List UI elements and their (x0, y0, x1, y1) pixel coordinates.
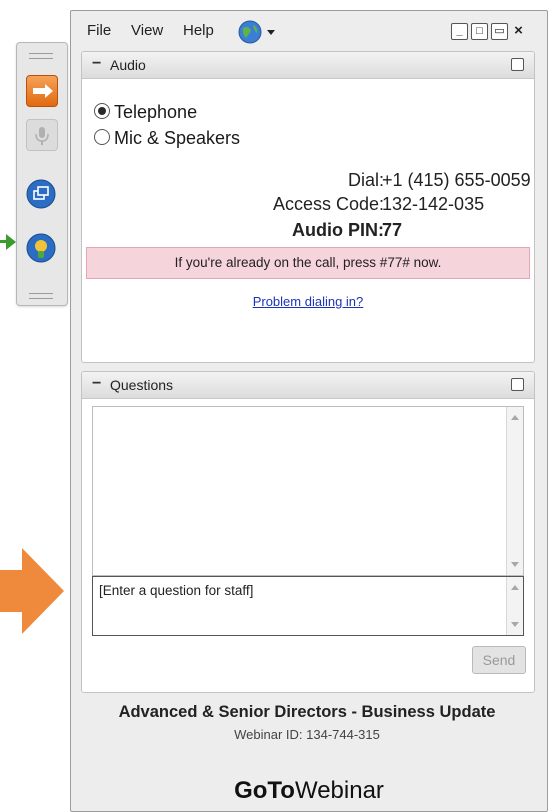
gotowebinar-logo: GoToWebinar (71, 771, 547, 811)
restore-button[interactable]: ▭ (491, 23, 508, 40)
mic-speakers-option[interactable]: Mic & Speakers (94, 128, 240, 149)
dial-label: Dial: (347, 170, 384, 190)
send-button[interactable]: Send (472, 646, 526, 674)
scroll-down-icon[interactable] (511, 622, 519, 627)
audio-panel-header[interactable]: − Audio (82, 52, 534, 79)
close-button[interactable]: × (511, 23, 526, 38)
toolbar-grip-bottom-icon[interactable] (29, 293, 53, 299)
brand-bold: GoTo (234, 777, 295, 804)
session-info: Advanced & Senior Directors - Business U… (81, 695, 533, 765)
pin-notice-banner: If you're already on the call, press #77… (86, 247, 530, 279)
arrow-right-icon (33, 84, 53, 98)
gotowebinar-control-window: File View Help _ □ ▭ × − Audio Telephone… (70, 10, 548, 812)
telephone-option[interactable]: Telephone (94, 102, 197, 123)
audio-pin-label: Audio PIN: (292, 220, 384, 240)
question-input[interactable]: [Enter a question for staff] (92, 576, 524, 636)
orange-arrow-icon (0, 548, 64, 634)
audio-panel: − Audio Telephone Mic & Speakers Dial: +… (81, 51, 535, 363)
mic-speakers-radio-icon[interactable] (94, 129, 110, 145)
questions-panel-title: Questions (110, 377, 174, 393)
webinar-id: Webinar ID: 134-744-315 (234, 727, 380, 742)
scroll-up-icon[interactable] (511, 415, 519, 420)
collapse-icon[interactable]: − (92, 375, 101, 393)
microphone-icon (35, 127, 49, 145)
menu-bar: File View Help _ □ ▭ × (71, 11, 547, 51)
menu-help[interactable]: Help (183, 22, 214, 39)
audio-person-icon (26, 233, 56, 263)
audio-pin-value: 77 (382, 220, 403, 240)
toolbar-grip-icon[interactable] (29, 53, 53, 59)
microphone-button[interactable] (26, 119, 58, 151)
menu-file[interactable]: File (87, 22, 111, 39)
audio-panel-title: Audio (110, 57, 146, 73)
question-input-scrollbar[interactable] (506, 577, 523, 635)
questions-panel: − Questions [Enter a question for staff]… (81, 371, 535, 693)
scroll-up-icon[interactable] (511, 585, 519, 590)
green-arrow-icon (6, 234, 16, 250)
raise-hand-button[interactable] (26, 75, 58, 107)
telephone-radio-icon[interactable] (94, 103, 110, 119)
problem-dialing-link[interactable]: Problem dialing in? (82, 294, 534, 309)
questions-log[interactable] (92, 406, 524, 576)
maximize-button[interactable]: □ (471, 23, 488, 40)
access-code-label: Access Code: (272, 194, 384, 214)
minimize-button[interactable]: _ (451, 23, 468, 40)
webinar-title: Advanced & Senior Directors - Business U… (118, 703, 496, 721)
audio-connect-button[interactable] (26, 233, 56, 263)
telephone-label: Telephone (114, 102, 198, 122)
questions-panel-header[interactable]: − Questions (82, 372, 534, 399)
screen-viewer-button[interactable] (26, 179, 56, 209)
brand-regular: Webinar (294, 777, 384, 804)
popout-icon[interactable] (511, 58, 524, 71)
collapse-icon[interactable]: − (92, 55, 101, 73)
menu-view[interactable]: View (131, 22, 163, 39)
questions-log-scrollbar[interactable] (506, 407, 523, 575)
language-globe-icon[interactable] (237, 19, 281, 45)
screen-sharing-icon (26, 179, 56, 209)
access-code-value: 132-142-035 (382, 194, 485, 214)
control-panel-toolbar (16, 42, 68, 306)
dial-number: +1 (415) 655-0059 (382, 170, 531, 190)
popout-icon[interactable] (511, 378, 524, 391)
question-input-placeholder: [Enter a question for staff] (99, 583, 254, 598)
scroll-down-icon[interactable] (511, 562, 519, 567)
mic-speakers-label: Mic & Speakers (114, 128, 241, 148)
